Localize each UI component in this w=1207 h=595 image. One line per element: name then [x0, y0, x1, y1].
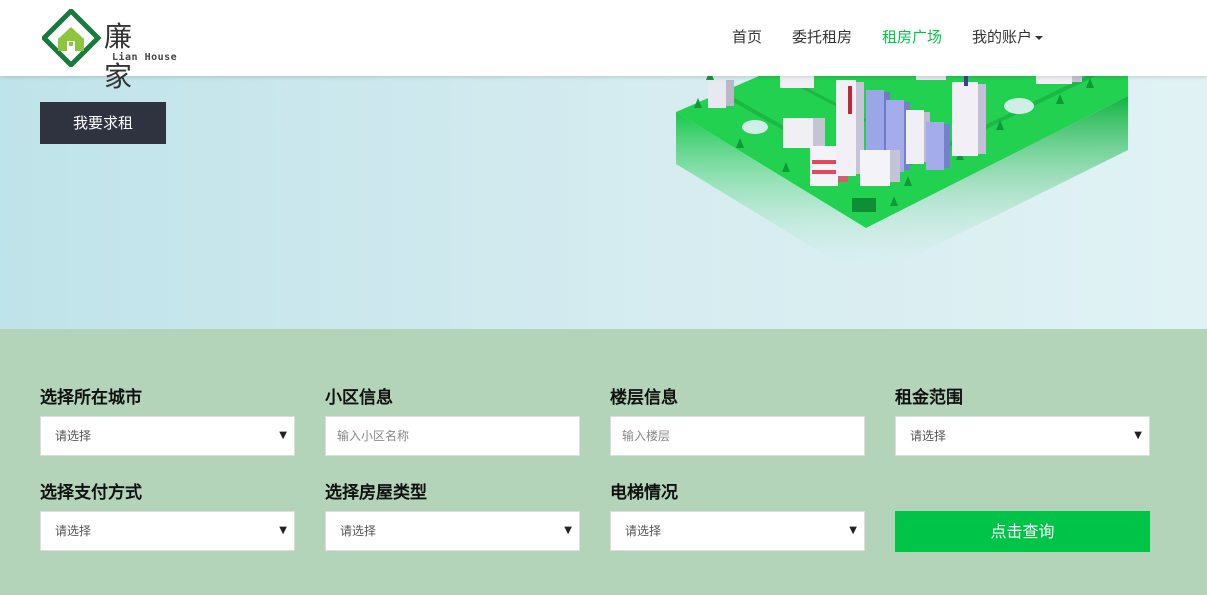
- brand-name-en: Lian House: [112, 52, 178, 63]
- field-city-label: 选择所在城市: [40, 388, 142, 408]
- field-floor: 楼层信息 输入楼层: [610, 387, 865, 456]
- dropdown-arrow-icon: ▼: [279, 525, 287, 536]
- dropdown-arrow-icon: ▼: [849, 525, 857, 536]
- field-community: 小区信息 输入小区名称: [325, 387, 580, 456]
- field-house-type: 选择房屋类型 请选择 ▼: [325, 482, 580, 551]
- nav-rental-square[interactable]: 租房广场: [882, 26, 942, 47]
- dropdown-arrow-icon: ▼: [1134, 430, 1142, 441]
- elevator-select[interactable]: 请选择 ▼: [610, 511, 865, 551]
- field-rent-range: 租金范围 请选择 ▼: [895, 387, 1150, 456]
- floor-input-placeholder: 输入楼层: [622, 429, 671, 443]
- payment-select[interactable]: 请选择 ▼: [40, 511, 295, 551]
- request-rent-button[interactable]: 我要求租: [40, 102, 166, 144]
- dropdown-arrow-icon: ▼: [279, 430, 287, 441]
- field-rent-range-label: 租金范围: [895, 388, 963, 408]
- city-select[interactable]: 请选择 ▼: [40, 416, 295, 456]
- top-navbar: 廉 家 Lian House 首页 委托租房 租房广场 我的账户: [0, 0, 1207, 93]
- site-logo[interactable]: 廉 家 Lian House: [42, 9, 192, 93]
- rent-range-select-value: 请选择: [910, 429, 947, 443]
- floor-input[interactable]: 输入楼层: [610, 416, 865, 456]
- community-input-placeholder: 输入小区名称: [337, 429, 410, 443]
- payment-select-value: 请选择: [55, 524, 92, 538]
- elevator-select-value: 请选择: [625, 524, 662, 538]
- field-elevator-label: 电梯情况: [610, 483, 678, 503]
- rent-range-select[interactable]: 请选择 ▼: [895, 416, 1150, 456]
- field-floor-label: 楼层信息: [610, 388, 678, 408]
- field-house-type-label: 选择房屋类型: [325, 483, 427, 503]
- nav-entrust-rent[interactable]: 委托租房: [792, 26, 852, 47]
- dropdown-arrow-icon: ▼: [564, 525, 572, 536]
- city-select-value: 请选择: [55, 429, 92, 443]
- caret-down-icon: [1035, 35, 1043, 40]
- field-payment-label: 选择支付方式: [40, 483, 142, 503]
- city-illustration: [676, 60, 1128, 280]
- field-city: 选择所在城市 请选择 ▼: [40, 387, 295, 456]
- query-button[interactable]: 点击查询: [895, 511, 1150, 552]
- nav-my-account[interactable]: 我的账户: [972, 26, 1043, 47]
- house-type-select[interactable]: 请选择 ▼: [325, 511, 580, 551]
- community-input[interactable]: 输入小区名称: [325, 416, 580, 456]
- field-payment: 选择支付方式 请选择 ▼: [40, 482, 295, 551]
- house-type-select-value: 请选择: [340, 524, 377, 538]
- house-logo-icon: [42, 9, 102, 67]
- nav-my-account-label: 我的账户: [971, 28, 1032, 46]
- field-community-label: 小区信息: [325, 388, 393, 408]
- search-panel: 选择所在城市 请选择 ▼ 小区信息 输入小区名称 楼层信息 输入楼层 租金范围 …: [0, 329, 1207, 595]
- main-nav: 首页 委托租房 租房广场 我的账户: [702, 26, 1043, 47]
- nav-home[interactable]: 首页: [732, 26, 762, 47]
- field-elevator: 电梯情况 请选择 ▼: [610, 482, 865, 551]
